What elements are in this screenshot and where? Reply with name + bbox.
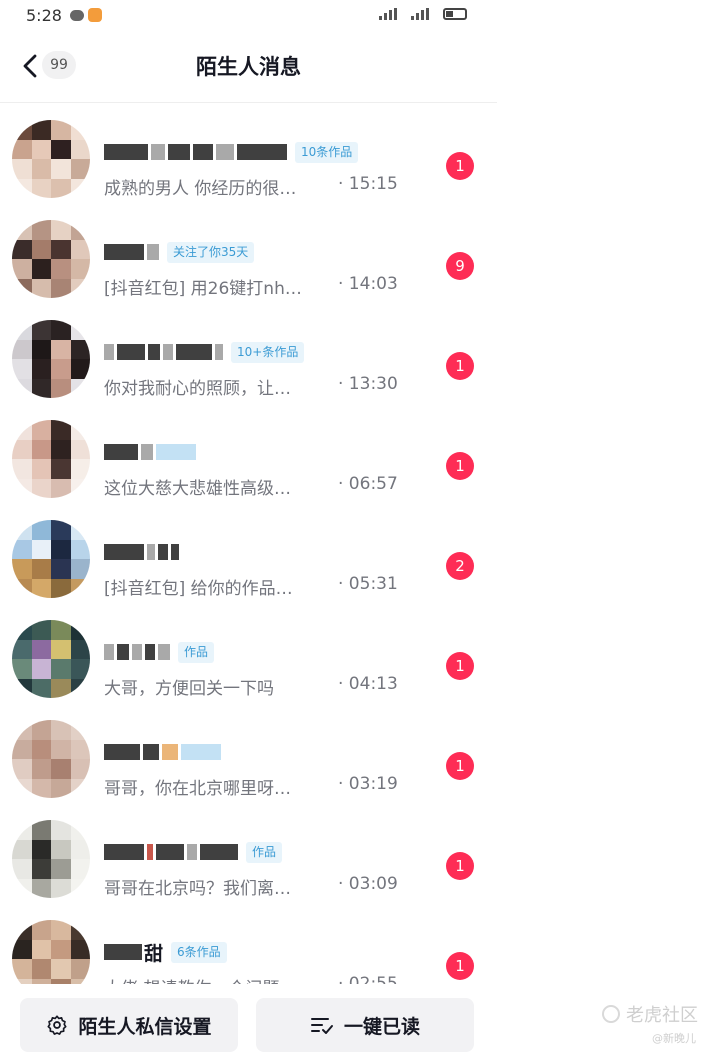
watermark-subtext: @新晚儿 — [652, 1032, 696, 1045]
battery-icon — [443, 8, 467, 20]
name-row: 10条作品 — [104, 140, 359, 164]
avatar[interactable] — [12, 320, 90, 398]
conversation-item[interactable]: 作品 哥哥在北京吗？我们离… · 03:09 1 — [0, 810, 497, 910]
conversation-item[interactable]: 这位大慈大悲雄性高级… · 06:57 1 — [0, 410, 497, 510]
unread-count-badge: 2 — [446, 552, 474, 580]
unread-count-badge: 1 — [446, 452, 474, 480]
message-time: · 15:15 — [338, 174, 398, 194]
avatar[interactable] — [12, 820, 90, 898]
avatar[interactable] — [12, 520, 90, 598]
gear-icon — [47, 1015, 68, 1035]
blurred-username — [104, 344, 223, 360]
unread-count-badge: 9 — [446, 252, 474, 280]
name-row — [104, 440, 196, 464]
status-notification-icons — [70, 8, 102, 22]
blurred-username — [104, 644, 170, 660]
status-time: 5:28 — [26, 6, 62, 25]
name-row: 作品 — [104, 640, 215, 664]
works-tag: 作品 — [178, 641, 215, 663]
conversation-item[interactable]: 10+条作品 你对我耐心的照顾，让… · 13:30 1 — [0, 310, 497, 410]
avatar[interactable] — [12, 220, 90, 298]
works-tag: 10条作品 — [295, 141, 359, 163]
username: 甜 — [144, 942, 164, 965]
conversation-item[interactable]: [抖音红包] 给你的作品… · 05:31 2 — [0, 510, 497, 610]
bottom-action-bar: 陌生人私信设置 一键已读 — [0, 984, 497, 1053]
avatar[interactable] — [12, 120, 90, 198]
message-time: · 05:31 — [338, 574, 398, 594]
page-header: 99 陌生人消息 — [0, 34, 497, 103]
signal-icon — [411, 8, 437, 20]
blurred-username — [104, 844, 238, 860]
name-row — [104, 540, 179, 564]
phone-screen: 5:28 99 陌生人消息 10条作品 成熟的男人 你经历的很… · 15:15… — [0, 0, 497, 1053]
message-time: · 14:03 — [338, 274, 398, 294]
blurred-username — [104, 744, 221, 760]
status-bar: 5:28 — [0, 0, 497, 34]
blurred-username — [104, 544, 179, 560]
page-title: 陌生人消息 — [196, 55, 301, 79]
blurred-username — [104, 144, 287, 160]
message-time: · 03:19 — [338, 774, 398, 794]
conversation-item[interactable]: 作品 大哥，方便回关一下吗 · 04:13 1 — [0, 610, 497, 710]
blurred-username — [104, 244, 159, 260]
watermark-text: 老虎社区 — [626, 1005, 698, 1026]
avatar[interactable] — [12, 420, 90, 498]
conversation-item[interactable]: 关注了你35天 [抖音红包] 用26键打nh… · 14:03 9 — [0, 210, 497, 310]
message-time: · 13:30 — [338, 374, 398, 394]
unread-count-badge: 1 — [446, 652, 474, 680]
settings-button-label: 陌生人私信设置 — [78, 1015, 212, 1038]
unread-count-badge: 1 — [446, 152, 474, 180]
conversation-list: 10条作品 成熟的男人 你经历的很… · 15:15 1 关注了你35天 [抖音… — [0, 110, 497, 1010]
mark-all-read-button[interactable]: 一键已读 — [256, 998, 474, 1052]
unread-count-badge: 1 — [446, 952, 474, 980]
name-row: 甜 6条作品 — [104, 940, 227, 965]
signal-icon — [379, 8, 405, 20]
name-row — [104, 740, 221, 764]
conversation-item[interactable]: 10条作品 成熟的男人 你经历的很… · 15:15 1 — [0, 110, 497, 210]
app-notification-icon — [88, 8, 102, 22]
blurred-username — [104, 944, 142, 960]
read-all-button-label: 一键已读 — [343, 1015, 420, 1038]
stranger-dm-settings-button[interactable]: 陌生人私信设置 — [20, 998, 238, 1052]
watermark-logo-icon — [602, 1005, 620, 1023]
blurred-username — [104, 444, 196, 460]
conversation-item[interactable]: 哥哥，你在北京哪里呀… · 03:19 1 — [0, 710, 497, 810]
message-time: · 04:13 — [338, 674, 398, 694]
avatar[interactable] — [12, 620, 90, 698]
unread-count-badge: 1 — [446, 852, 474, 880]
works-tag: 作品 — [246, 841, 283, 863]
follow-days-tag: 关注了你35天 — [167, 241, 255, 263]
works-tag: 6条作品 — [171, 941, 227, 963]
chat-notification-icon — [70, 9, 84, 21]
message-time: · 06:57 — [338, 474, 398, 494]
works-tag: 10+条作品 — [231, 341, 305, 363]
status-system-icons — [379, 8, 467, 20]
list-check-icon — [310, 1018, 333, 1034]
name-row: 作品 — [104, 840, 283, 864]
avatar[interactable] — [12, 720, 90, 798]
name-row: 关注了你35天 — [104, 240, 255, 264]
name-row: 10+条作品 — [104, 340, 305, 364]
unread-count-badge: 1 — [446, 752, 474, 780]
message-time: · 03:09 — [338, 874, 398, 894]
unread-count-badge: 1 — [446, 352, 474, 380]
